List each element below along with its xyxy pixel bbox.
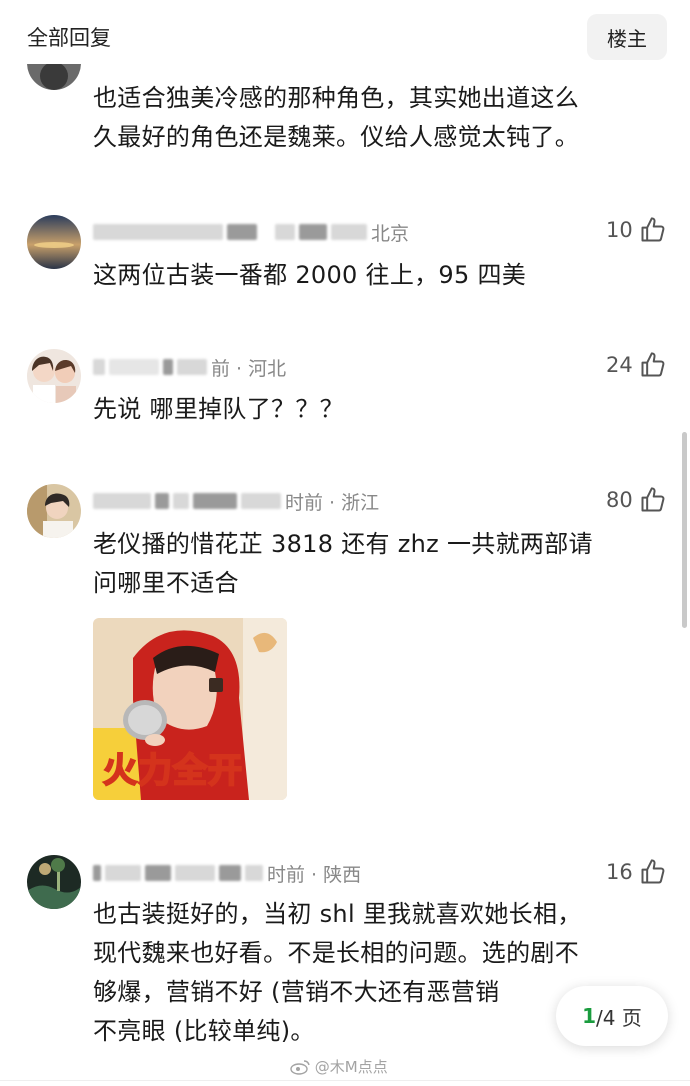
watermark: @木M点点 <box>290 1056 388 1077</box>
sticker-image[interactable]: 火力全开 <box>93 618 287 800</box>
comment-text: 也古装挺好的，当初 shl 里我就喜欢她长相， 现代魏来也好看。不是长相的问题。… <box>93 900 582 1045</box>
page-indicator-button[interactable]: 1 /4 页 <box>556 986 668 1046</box>
comment-meta: 时前 · 陕西 <box>93 860 361 886</box>
comment-meta: 时前 · 浙江 <box>93 488 379 514</box>
thumbs-up-icon <box>641 352 665 377</box>
weibo-logo-icon <box>290 1060 310 1075</box>
reply-header: 全部回复 楼主 <box>0 0 690 72</box>
divider <box>0 1080 690 1081</box>
comment-meta: 前 · 河北 <box>93 354 286 380</box>
avatar[interactable] <box>27 215 81 269</box>
avatar[interactable] <box>27 349 81 403</box>
like-count: 24 <box>606 353 633 377</box>
avatar[interactable] <box>27 484 81 538</box>
like-count: 80 <box>606 488 633 512</box>
like-button[interactable]: 24 <box>606 351 667 379</box>
thumbs-up-icon <box>641 859 665 884</box>
thumbs-up-icon <box>641 217 665 242</box>
scrollbar[interactable] <box>682 432 687 628</box>
comment-text: 这两位古装一番都 2000 往上，95 四美 <box>93 261 527 289</box>
op-only-button[interactable]: 楼主 <box>587 14 667 60</box>
comment-meta: 北京 <box>93 219 409 245</box>
comment-text: 老仪播的惜花芷 3818 还有 zhz 一共就两部请 问哪里不适合 <box>93 530 593 597</box>
comment-text: 先说 哪里掉队了？？？ <box>93 395 344 423</box>
page-total: /4 页 <box>596 1005 642 1030</box>
comment-text: 也适合独美冷感的那种角色，其实她出道这么 久最好的角色还是魏莱。仪给人感觉太钝了… <box>93 84 579 151</box>
thumbs-up-icon <box>641 487 665 512</box>
like-count: 16 <box>606 860 633 884</box>
like-button[interactable]: 80 <box>606 486 667 514</box>
like-count: 10 <box>606 218 633 242</box>
current-page: 1 <box>582 1004 597 1028</box>
like-button[interactable]: 16 <box>606 858 667 886</box>
avatar[interactable] <box>27 855 81 909</box>
sticker-caption: 火力全开 <box>102 750 243 792</box>
page-title: 全部回复 <box>27 26 111 50</box>
like-button[interactable]: 10 <box>606 216 667 244</box>
